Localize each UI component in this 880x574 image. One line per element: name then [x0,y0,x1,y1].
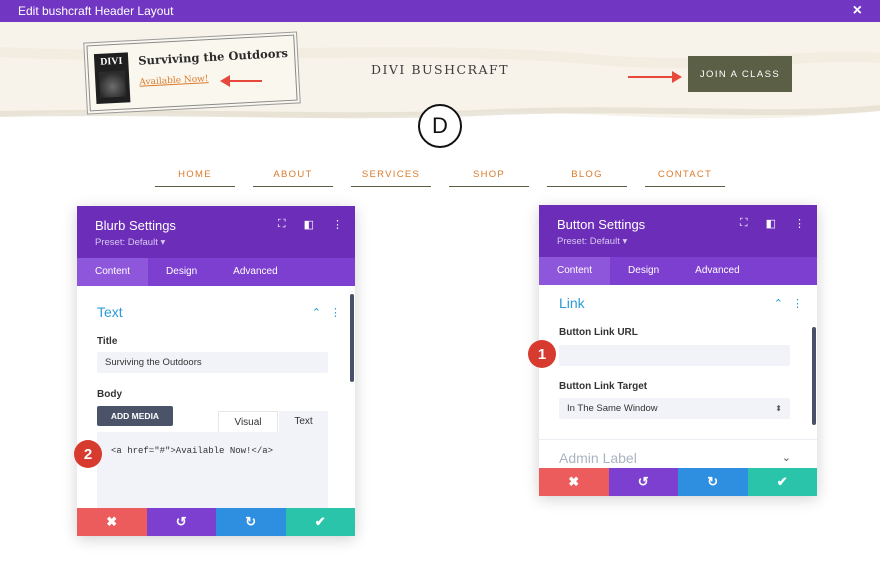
scrollbar[interactable] [350,294,354,382]
panel-header: Button Settings Preset: Default ▾ ⛶ ◧ ⋮ [539,205,817,257]
nav-item-contact[interactable]: CONTACT [645,166,725,187]
tab-design[interactable]: Design [148,258,215,286]
save-button[interactable]: ✔ [285,508,355,536]
tab-design[interactable]: Design [610,257,677,285]
tab-advanced[interactable]: Advanced [677,257,757,285]
section-link-heading[interactable]: Link [559,295,585,311]
title-input[interactable]: Surviving the Outdoors [97,352,328,373]
panel-body: Link ⌃ ⋮ Button Link URL Button Link Tar… [539,285,817,468]
more-options-icon[interactable]: ⋮ [794,217,805,230]
nav-item-home[interactable]: HOME [155,166,235,187]
step-badge-2: 2 [74,440,102,468]
title-label: Title [97,336,118,347]
undo-button[interactable]: ↺ [608,468,678,496]
tab-content[interactable]: Content [77,258,149,286]
body-label: Body [97,389,122,400]
divi-logo-icon[interactable]: D [418,104,462,148]
join-a-class-button[interactable]: JOIN A CLASS [688,56,792,92]
panel-title: Blurb Settings [95,218,176,233]
select-arrows-icon: ⬍ [775,404,782,413]
redo-button[interactable]: ↻ [678,468,748,496]
scrollbar[interactable] [812,327,816,425]
button-link-url-input[interactable] [559,345,790,366]
editor-tab-visual[interactable]: Visual [218,411,278,432]
undo-button[interactable]: ↺ [146,508,216,536]
add-media-button[interactable]: ADD MEDIA [97,406,173,426]
button-settings-panel: Button Settings Preset: Default ▾ ⛶ ◧ ⋮ … [539,205,817,496]
preset-dropdown[interactable]: Preset: Default ▾ [95,237,165,248]
body-textarea[interactable]: <a href="#">Available Now!</a> [97,432,328,508]
split-view-icon[interactable]: ◧ [304,218,314,231]
nav-item-services[interactable]: SERVICES [351,166,431,187]
split-view-icon[interactable]: ◧ [766,217,776,230]
window-titlebar: Edit bushcraft Header Layout × [0,0,880,22]
section-menu-icon[interactable]: ⋮ [792,297,803,310]
select-value: In The Same Window [567,403,658,414]
cancel-button[interactable]: ✖ [77,508,147,536]
cancel-button[interactable]: ✖ [539,468,609,496]
admin-label-heading[interactable]: Admin Label [559,450,637,466]
header-preview: DIVI Surviving the Outdoors Available No… [0,22,880,167]
tab-content[interactable]: Content [539,257,611,285]
nav-item-about[interactable]: ABOUT [253,166,333,187]
fullscreen-icon[interactable]: ⛶ [740,217,748,230]
settings-tabs: Content Design Advanced [77,258,355,286]
panel-header: Blurb Settings Preset: Default ▾ ⛶ ◧ ⋮ [77,206,355,258]
window-title: Edit bushcraft Header Layout [18,4,174,18]
close-icon[interactable]: × [853,2,862,20]
chevron-down-icon[interactable]: ⌄ [782,451,791,464]
main-nav: HOME ABOUT SERVICES SHOP BLOG CONTACT [0,166,880,188]
section-text-heading[interactable]: Text [97,304,123,320]
blurb-settings-panel: Blurb Settings Preset: Default ▾ ⛶ ◧ ⋮ C… [77,206,355,536]
chevron-up-icon[interactable]: ⌃ [774,297,783,310]
save-button[interactable]: ✔ [747,468,817,496]
book-cover: DIVI [93,52,131,105]
editor-tab-text[interactable]: Text [279,411,328,432]
arrow-right-icon [628,71,682,83]
section-menu-icon[interactable]: ⋮ [330,306,341,319]
nav-item-shop[interactable]: SHOP [449,166,529,187]
button-link-target-label: Button Link Target [559,381,648,392]
panel-title: Button Settings [557,217,646,232]
more-options-icon[interactable]: ⋮ [332,218,343,231]
action-bar: ✖ ↺ ↻ ✔ [539,468,817,496]
arrow-left-icon [220,75,262,87]
button-link-target-select[interactable]: In The Same Window ⬍ [559,398,790,419]
action-bar: ✖ ↺ ↻ ✔ [77,508,355,536]
button-link-url-label: Button Link URL [559,327,638,338]
tab-advanced[interactable]: Advanced [215,258,295,286]
divider [539,439,817,440]
chevron-up-icon[interactable]: ⌃ [312,306,321,319]
nav-item-blog[interactable]: BLOG [547,166,627,187]
panel-body: Text ⌃ ⋮ Title Surviving the Outdoors Bo… [77,286,355,508]
fullscreen-icon[interactable]: ⛶ [278,218,286,231]
step-badge-1: 1 [528,340,556,368]
settings-tabs: Content Design Advanced [539,257,817,285]
redo-button[interactable]: ↻ [216,508,286,536]
preset-dropdown[interactable]: Preset: Default ▾ [557,236,627,247]
